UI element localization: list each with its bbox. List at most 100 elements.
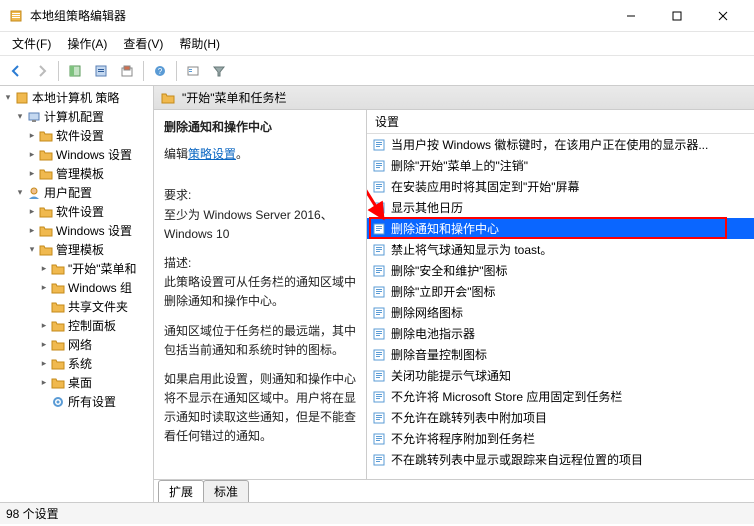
tree-node[interactable]: ▸系统 bbox=[0, 354, 153, 373]
description-label: 描述: bbox=[164, 254, 356, 273]
tree-label: Windows 设置 bbox=[56, 222, 132, 239]
tree-node-start-taskbar[interactable]: ▸"开始"菜单和 bbox=[0, 259, 153, 278]
list-item-label: 删除音量控制图标 bbox=[391, 346, 487, 363]
list-row[interactable]: 删除"立即开会"图标 bbox=[367, 281, 754, 302]
tree-label: 管理模板 bbox=[56, 241, 104, 258]
list-row[interactable]: 删除"安全和维护"图标 bbox=[367, 260, 754, 281]
list-row[interactable]: 删除电池指示器 bbox=[367, 323, 754, 344]
path-text: "开始"菜单和任务栏 bbox=[182, 89, 287, 106]
filter-button[interactable] bbox=[207, 59, 231, 83]
tree-label: "开始"菜单和 bbox=[68, 260, 137, 277]
description-pane: 删除通知和操作中心 编辑策略设置。 要求: 至少为 Windows Server… bbox=[154, 110, 366, 479]
path-bar: "开始"菜单和任务栏 bbox=[154, 86, 754, 110]
list-item-label: 在安装应用时将其固定到"开始"屏幕 bbox=[391, 178, 580, 195]
menu-view[interactable]: 查看(V) bbox=[115, 33, 171, 54]
policy-icon bbox=[371, 263, 387, 279]
policy-icon bbox=[371, 137, 387, 153]
detail-area: 删除通知和操作中心 编辑策略设置。 要求: 至少为 Windows Server… bbox=[154, 110, 754, 480]
requirement-text: 至少为 Windows Server 2016、Windows 10 bbox=[164, 206, 356, 244]
list-row[interactable]: 不在跳转列表中显示或跟踪来自远程位置的项目 bbox=[367, 449, 754, 470]
list-row[interactable]: 删除音量控制图标 bbox=[367, 344, 754, 365]
tree-root[interactable]: ▾本地计算机 策略 bbox=[0, 88, 153, 107]
show-hide-button[interactable] bbox=[63, 59, 87, 83]
tree-label: 用户配置 bbox=[44, 184, 92, 201]
minimize-button[interactable] bbox=[608, 0, 654, 32]
policy-icon bbox=[371, 200, 387, 216]
list-row[interactable]: 在安装应用时将其固定到"开始"屏幕 bbox=[367, 176, 754, 197]
all-settings-button[interactable] bbox=[181, 59, 205, 83]
description-text: 如果启用此设置，则通知和操作中心将不显示在通知区域中。用户将在显示通知时读取这些… bbox=[164, 370, 356, 447]
list-row[interactable]: 不允许在跳转列表中附加项目 bbox=[367, 407, 754, 428]
list-header-settings[interactable]: 设置 bbox=[367, 110, 754, 134]
policy-icon bbox=[371, 158, 387, 174]
status-text: 98 个设置 bbox=[6, 505, 59, 522]
tree-label: 软件设置 bbox=[56, 203, 104, 220]
tab-standard[interactable]: 标准 bbox=[203, 480, 249, 502]
description-text: 通知区域位于任务栏的最远端，其中包括当前通知和系统时钟的图标。 bbox=[164, 322, 356, 360]
tree-node[interactable]: ▸软件设置 bbox=[0, 202, 153, 221]
close-button[interactable] bbox=[700, 0, 746, 32]
tree-node[interactable]: ▾管理模板 bbox=[0, 240, 153, 259]
content-area: ▾本地计算机 策略 ▾计算机配置 ▸软件设置 ▸Windows 设置 ▸管理模板… bbox=[0, 86, 754, 502]
tree-node-user[interactable]: ▾用户配置 bbox=[0, 183, 153, 202]
policy-icon bbox=[371, 410, 387, 426]
export-button[interactable] bbox=[115, 59, 139, 83]
policy-settings-link[interactable]: 策略设置 bbox=[188, 145, 236, 164]
forward-button[interactable] bbox=[30, 59, 54, 83]
policy-icon bbox=[371, 179, 387, 195]
tabs-bar: 扩展 标准 bbox=[154, 480, 754, 502]
list-item-label: 显示其他日历 bbox=[391, 199, 463, 216]
list-row[interactable]: 不允许将 Microsoft Store 应用固定到任务栏 bbox=[367, 386, 754, 407]
list-row[interactable]: 不允许将程序附加到任务栏 bbox=[367, 428, 754, 449]
list-row[interactable]: 删除通知和操作中心 bbox=[367, 218, 754, 239]
list-row[interactable]: 当用户按 Windows 徽标键时，在该用户正在使用的显示器... bbox=[367, 134, 754, 155]
list-item-label: 不允许将程序附加到任务栏 bbox=[391, 430, 535, 447]
tree-node-computer[interactable]: ▾计算机配置 bbox=[0, 107, 153, 126]
tree-node-all-settings[interactable]: 所有设置 bbox=[0, 392, 153, 411]
list-row[interactable]: 显示其他日历 bbox=[367, 197, 754, 218]
back-button[interactable] bbox=[4, 59, 28, 83]
tree-node[interactable]: ▸软件设置 bbox=[0, 126, 153, 145]
menu-file[interactable]: 文件(F) bbox=[4, 33, 59, 54]
list-item-label: 不在跳转列表中显示或跟踪来自远程位置的项目 bbox=[391, 451, 643, 468]
tree-node[interactable]: ▸网络 bbox=[0, 335, 153, 354]
list-row[interactable]: 禁止将气球通知显示为 toast。 bbox=[367, 239, 754, 260]
tree-node[interactable]: ▸Windows 组 bbox=[0, 278, 153, 297]
svg-text:?: ? bbox=[158, 67, 163, 76]
list-item-label: 删除通知和操作中心 bbox=[391, 220, 499, 237]
properties-button[interactable] bbox=[89, 59, 113, 83]
policy-icon bbox=[371, 221, 387, 237]
toolbar-separator bbox=[58, 61, 59, 81]
app-icon bbox=[8, 8, 24, 24]
list-item-label: 当用户按 Windows 徽标键时，在该用户正在使用的显示器... bbox=[391, 136, 708, 153]
policy-icon bbox=[371, 326, 387, 342]
tree-node[interactable]: ▸Windows 设置 bbox=[0, 145, 153, 164]
tree-node[interactable]: 共享文件夹 bbox=[0, 297, 153, 316]
tree-label: Windows 组 bbox=[68, 279, 132, 296]
tree-pane[interactable]: ▾本地计算机 策略 ▾计算机配置 ▸软件设置 ▸Windows 设置 ▸管理模板… bbox=[0, 86, 154, 502]
tree-label: 共享文件夹 bbox=[68, 298, 128, 315]
list-item-label: 删除"开始"菜单上的"注销" bbox=[391, 157, 528, 174]
list-row[interactable]: 删除网络图标 bbox=[367, 302, 754, 323]
tree-node[interactable]: ▸Windows 设置 bbox=[0, 221, 153, 240]
tree-label: 所有设置 bbox=[68, 393, 116, 410]
policy-icon bbox=[371, 431, 387, 447]
menu-action[interactable]: 操作(A) bbox=[59, 33, 115, 54]
tree-node[interactable]: ▸桌面 bbox=[0, 373, 153, 392]
tree-node[interactable]: ▸控制面板 bbox=[0, 316, 153, 335]
tab-extended[interactable]: 扩展 bbox=[158, 480, 204, 502]
menu-help[interactable]: 帮助(H) bbox=[171, 33, 228, 54]
settings-list[interactable]: 设置 当用户按 Windows 徽标键时，在该用户正在使用的显示器... 删除"开… bbox=[366, 110, 754, 479]
help-button[interactable]: ? bbox=[148, 59, 172, 83]
maximize-button[interactable] bbox=[654, 0, 700, 32]
policy-icon bbox=[371, 305, 387, 321]
list-item-label: 删除"安全和维护"图标 bbox=[391, 262, 508, 279]
toolbar: ? bbox=[0, 56, 754, 86]
tree-node[interactable]: ▸管理模板 bbox=[0, 164, 153, 183]
window-title: 本地组策略编辑器 bbox=[30, 7, 608, 24]
list-row[interactable]: 删除"开始"菜单上的"注销" bbox=[367, 155, 754, 176]
toolbar-separator bbox=[176, 61, 177, 81]
policy-icon bbox=[371, 284, 387, 300]
list-row[interactable]: 关闭功能提示气球通知 bbox=[367, 365, 754, 386]
list-item-label: 禁止将气球通知显示为 toast。 bbox=[391, 241, 552, 258]
